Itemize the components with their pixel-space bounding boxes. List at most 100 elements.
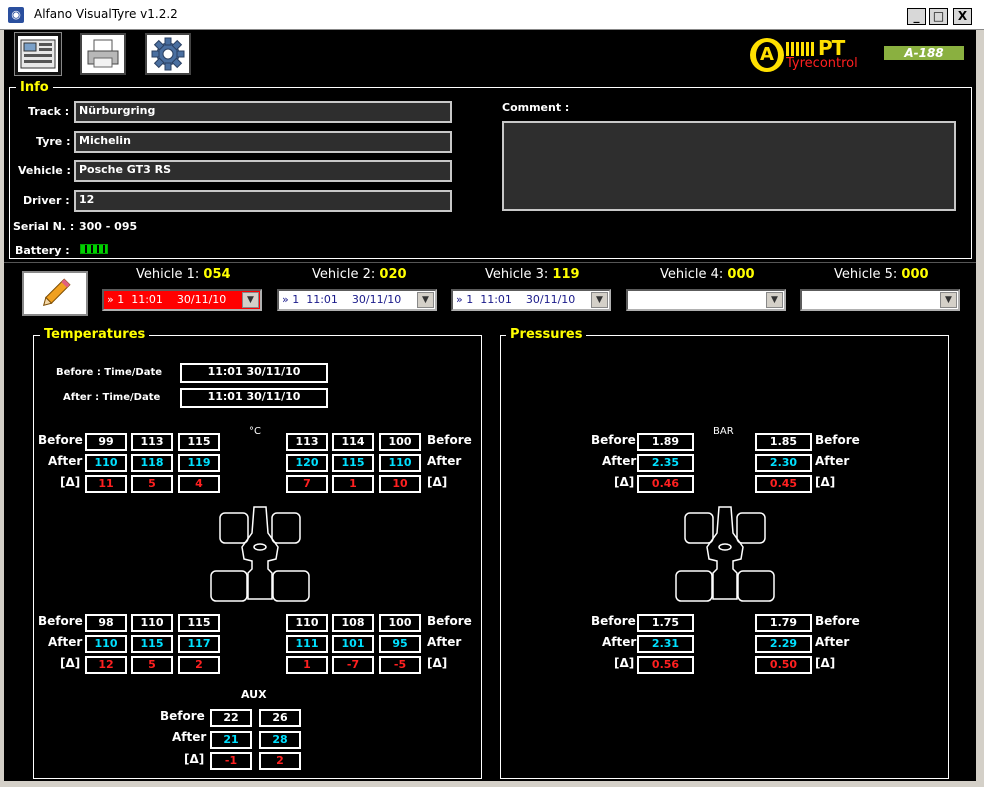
rr-before-label: Before xyxy=(427,614,472,628)
rl-delta-label: [Δ] xyxy=(60,656,81,670)
settings-button[interactable] xyxy=(145,33,191,75)
rr-delta-mid: -7 xyxy=(332,656,374,674)
print-button[interactable] xyxy=(80,33,126,75)
fr-after-label: After xyxy=(427,454,462,468)
fl-delta-label: [Δ] xyxy=(60,475,81,489)
rr-after-mid: 101 xyxy=(332,635,374,653)
edit-button[interactable] xyxy=(22,271,88,316)
fl-before-mid: 113 xyxy=(131,433,173,451)
p-fl-delta-label: [Δ] xyxy=(614,475,635,489)
aux-label: AUX xyxy=(241,688,267,701)
fl-before-in: 99 xyxy=(85,433,127,451)
vehicle-4-combo[interactable]: ▼ xyxy=(626,289,786,311)
temperatures-title: Temperatures xyxy=(40,327,150,342)
report-view-button[interactable] xyxy=(14,32,62,76)
driver-label: Driver : xyxy=(23,194,70,207)
vehicle-3-combo[interactable]: » 1 11:01 30/11/10 ▼ xyxy=(451,289,611,311)
fr-after-in: 120 xyxy=(286,454,328,472)
driver-field[interactable]: 12 xyxy=(74,190,452,212)
aux-delta-2: 2 xyxy=(259,752,301,770)
rl-before-label: Before xyxy=(38,614,83,628)
track-field[interactable]: Nürburgring xyxy=(74,101,452,123)
comment-field[interactable] xyxy=(502,121,956,211)
chevron-down-icon[interactable]: ▼ xyxy=(591,292,608,308)
close-button[interactable]: X xyxy=(953,8,972,25)
fr-delta-out: 10 xyxy=(379,475,421,493)
rl-before-out: 115 xyxy=(178,614,220,632)
p-rr-delta: 0.50 xyxy=(755,656,812,674)
p-rl-before-label: Before xyxy=(591,614,636,628)
rl-delta-out: 2 xyxy=(178,656,220,674)
aux-after-1: 21 xyxy=(210,731,252,749)
chevron-down-icon[interactable]: ▼ xyxy=(940,292,957,308)
p-fl-before-label: Before xyxy=(591,433,636,447)
p-rl-after: 2.31 xyxy=(637,635,694,653)
pressures-title: Pressures xyxy=(506,327,587,342)
fr-delta-in: 7 xyxy=(286,475,328,493)
vehicle-2-label: Vehicle 2: 020 xyxy=(312,267,407,282)
window-frame-left xyxy=(0,30,4,787)
fr-delta-label: [Δ] xyxy=(427,475,448,489)
p-rr-before: 1.79 xyxy=(755,614,812,632)
fl-before-label: Before xyxy=(38,433,83,447)
fl-delta-mid: 5 xyxy=(131,475,173,493)
p-fr-before-label: Before xyxy=(815,433,860,447)
p-rl-before: 1.75 xyxy=(637,614,694,632)
fr-before-in: 113 xyxy=(286,433,328,451)
maximize-button[interactable]: □ xyxy=(929,8,948,25)
logo-stripes xyxy=(786,42,816,56)
tyre-label: Tyre : xyxy=(36,135,71,148)
fl-after-mid: 118 xyxy=(131,454,173,472)
app-icon[interactable]: ◉ xyxy=(8,7,24,23)
rl-delta-mid: 5 xyxy=(131,656,173,674)
battery-icon xyxy=(80,244,110,254)
aux-after-2: 28 xyxy=(259,731,301,749)
serial-label: Serial N. : xyxy=(13,220,75,233)
fr-after-mid: 115 xyxy=(332,454,374,472)
vehicle-5-label: Vehicle 5: 000 xyxy=(834,267,929,282)
report-icon xyxy=(20,39,56,69)
fl-after-in: 110 xyxy=(85,454,127,472)
fl-after-label: After xyxy=(48,454,83,468)
fr-after-out: 110 xyxy=(379,454,421,472)
p-fr-after: 2.30 xyxy=(755,454,812,472)
logo-subtitle: Tyrecontrol xyxy=(786,56,858,71)
minimize-button[interactable]: _ xyxy=(907,8,926,25)
vehicle-1-combo[interactable]: » 1 11:01 30/11/10 ▼ xyxy=(102,289,262,311)
title-bar: ◉ Alfano VisualTyre v1.2.2 _ □ X xyxy=(0,0,984,30)
before-time-value: 11:01 30/11/10 xyxy=(180,363,328,383)
aux-delta-label: [Δ] xyxy=(184,752,205,766)
rl-before-mid: 110 xyxy=(131,614,173,632)
vehicle-2-combo[interactable]: » 1 11:01 30/11/10 ▼ xyxy=(277,289,437,311)
p-fr-delta-label: [Δ] xyxy=(815,475,836,489)
rr-after-label: After xyxy=(427,635,462,649)
chevron-down-icon[interactable]: ▼ xyxy=(417,292,434,308)
vehicle-1-label: Vehicle 1: 054 xyxy=(136,267,231,282)
rr-before-mid: 108 xyxy=(332,614,374,632)
chevron-down-icon[interactable]: ▼ xyxy=(766,292,783,308)
p-rl-delta-label: [Δ] xyxy=(614,656,635,670)
vehicle-3-label: Vehicle 3: 119 xyxy=(485,267,580,282)
rr-delta-in: 1 xyxy=(286,656,328,674)
chevron-down-icon[interactable]: ▼ xyxy=(242,292,259,308)
rl-after-in: 110 xyxy=(85,635,127,653)
divider xyxy=(0,262,984,263)
p-fr-delta: 0.45 xyxy=(755,475,812,493)
rl-after-out: 117 xyxy=(178,635,220,653)
p-rr-before-label: Before xyxy=(815,614,860,628)
info-title: Info xyxy=(16,80,53,95)
rl-delta-in: 12 xyxy=(85,656,127,674)
vehicle-5-combo[interactable]: ▼ xyxy=(800,289,960,311)
aux-delta-1: -1 xyxy=(210,752,252,770)
p-rr-after-label: After xyxy=(815,635,850,649)
car-diagram xyxy=(210,506,310,602)
p-fl-delta: 0.46 xyxy=(637,475,694,493)
serial-value: 300 - 095 xyxy=(79,220,138,233)
p-rl-delta: 0.56 xyxy=(637,656,694,674)
vehicle-field[interactable]: Posche GT3 RS xyxy=(74,160,452,182)
rr-delta-label: [Δ] xyxy=(427,656,448,670)
after-time-label: After : Time/Date xyxy=(63,392,161,403)
fr-before-mid: 114 xyxy=(332,433,374,451)
tyre-field[interactable]: Michelin xyxy=(74,131,452,153)
printer-icon xyxy=(87,39,119,68)
